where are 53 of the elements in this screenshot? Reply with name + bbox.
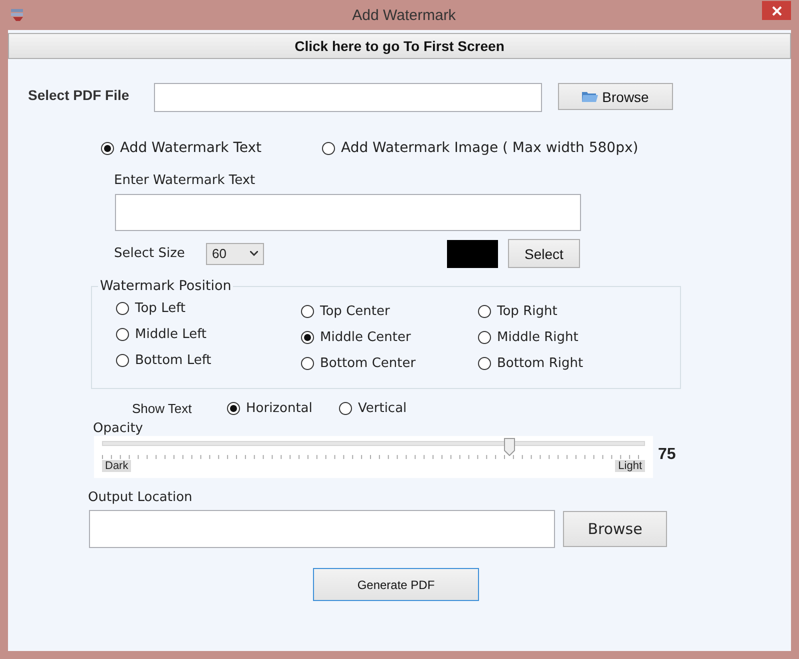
browse-button[interactable]: Browse: [558, 83, 673, 110]
radio-label[interactable]: Middle Right: [497, 330, 578, 344]
slider-thumb[interactable]: [504, 438, 515, 456]
folder-icon: [582, 90, 598, 103]
generate-pdf-button[interactable]: Generate PDF: [313, 568, 479, 601]
radio-button[interactable]: [116, 328, 129, 341]
min-label: Dark: [102, 460, 132, 472]
radio-label[interactable]: Bottom Right: [497, 356, 584, 370]
radio-label[interactable]: Top Center: [320, 304, 390, 318]
app-icon: [10, 8, 26, 22]
radio-label[interactable]: Top Right: [497, 304, 558, 318]
radio-button[interactable]: [339, 402, 352, 414]
radio-button[interactable]: [101, 142, 114, 154]
field-label: Select PDF File: [28, 87, 130, 103]
radio-label[interactable]: Add Watermark Text: [120, 140, 262, 156]
close-button[interactable]: [762, 1, 791, 20]
radio-button[interactable]: [322, 142, 335, 154]
dropdown-caret-icon: [250, 251, 258, 256]
field-label: Show Text: [132, 400, 193, 416]
select-button[interactable]: Select: [508, 239, 580, 268]
radio-button[interactable]: [301, 356, 314, 370]
radio-label[interactable]: Top Left: [135, 301, 186, 316]
output-location-field[interactable]: [89, 510, 555, 548]
radio-button[interactable]: [116, 302, 129, 315]
opacity-slider[interactable]: Dark Light: [94, 436, 653, 478]
opacity-value: 75: [658, 446, 676, 464]
field-label: Enter Watermark Text: [114, 173, 256, 188]
field-label: Select Size: [114, 246, 186, 261]
radio-button[interactable]: [301, 330, 314, 344]
close-icon: [772, 6, 782, 16]
size-dropdown[interactable]: 60: [206, 242, 264, 264]
field-label: Opacity: [93, 421, 144, 436]
radio-label[interactable]: Bottom Left: [135, 353, 212, 368]
radio-label[interactable]: Bottom Center: [320, 356, 416, 370]
group-title: Watermark Position: [99, 278, 232, 294]
radio-label[interactable]: Horizontal: [246, 400, 312, 416]
pdf-file-field[interactable]: [154, 83, 542, 112]
browse-button[interactable]: Browse: [563, 511, 667, 547]
first-screen-button[interactable]: Click here to go To First Screen: [8, 33, 791, 59]
radio-button[interactable]: [478, 304, 491, 318]
radio-button[interactable]: [301, 304, 314, 318]
field-label: Output Location: [88, 490, 192, 505]
radio-button[interactable]: [227, 402, 240, 414]
max-label: Light: [615, 460, 645, 472]
radio-button[interactable]: [116, 354, 129, 367]
radio-label[interactable]: Add Watermark Image ( Max width 580px): [341, 140, 638, 156]
radio-label[interactable]: Middle Center: [320, 330, 411, 344]
window-title: Add Watermark: [351, 6, 457, 24]
radio-label[interactable]: Middle Left: [135, 327, 207, 342]
radio-button[interactable]: [478, 356, 491, 370]
radio-label[interactable]: Vertical: [358, 400, 407, 416]
watermark-text-field[interactable]: [115, 194, 581, 231]
radio-button[interactable]: [478, 330, 491, 344]
